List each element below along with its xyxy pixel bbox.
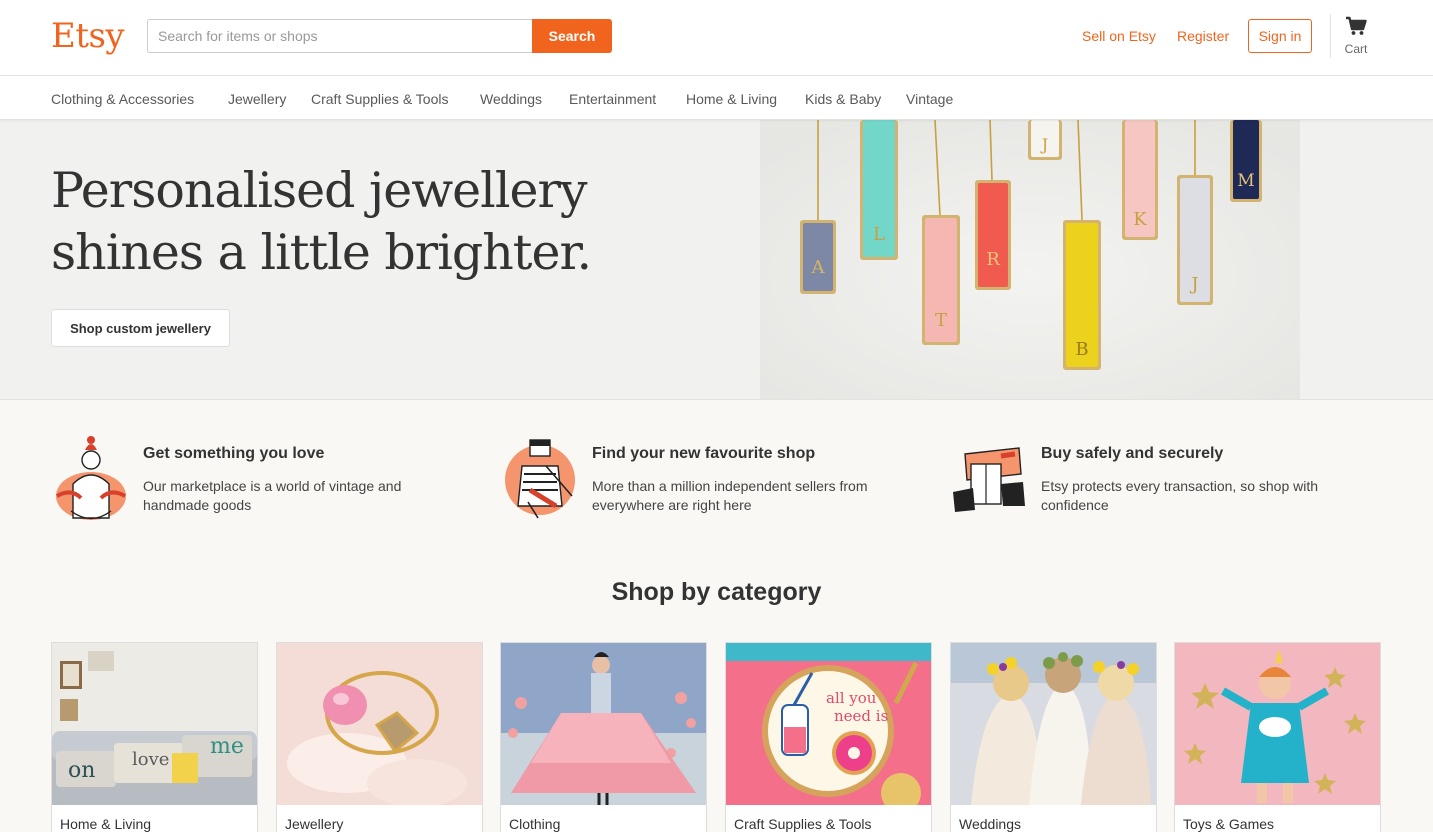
category-label: Weddings	[959, 816, 1022, 832]
shop-by-category-heading: Shop by category	[611, 578, 822, 606]
category-label: Home & Living	[60, 816, 152, 832]
category-card-home-living[interactable]: on love me Home & Living	[51, 642, 258, 832]
cart-icon	[1346, 16, 1367, 35]
pendant-necklaces-photo: A L T R J B K J M	[760, 120, 1300, 399]
value-prop-love: Get something you love Our marketplace i…	[51, 436, 471, 526]
cart-label: Cart	[1344, 42, 1368, 56]
nav-item-home-living[interactable]: Home & Living	[686, 90, 777, 108]
category-image-home-living: on love me	[52, 643, 257, 805]
sell-on-etsy-link[interactable]: Sell on Etsy	[1082, 27, 1156, 45]
sign-in-button[interactable]: Sign in	[1248, 19, 1312, 53]
value-prop-description: Etsy protects every transaction, so shop…	[1041, 478, 1319, 513]
pendant-j1: J	[1028, 120, 1062, 160]
category-label: Toys & Games	[1183, 816, 1275, 832]
category-nav: Clothing & Accessories Jewellery Craft S…	[0, 77, 1433, 120]
shop-custom-jewellery-button[interactable]: Shop custom jewellery	[51, 309, 230, 347]
svg-text:all you: all you	[826, 689, 877, 707]
nav-item-entertainment[interactable]: Entertainment	[569, 90, 656, 108]
svg-text:T: T	[935, 310, 947, 331]
category-image-jewellery	[277, 643, 482, 805]
svg-text:A: A	[811, 257, 826, 278]
category-label: Jewellery	[285, 816, 344, 832]
nav-item-vintage[interactable]: Vintage	[906, 90, 953, 108]
pendant-a: A	[800, 220, 836, 294]
category-card-weddings[interactable]: Weddings	[950, 642, 1157, 832]
category-label: Craft Supplies & Tools	[734, 816, 872, 832]
svg-text:J: J	[1189, 274, 1198, 295]
site-header: Etsy Search Sell on Etsy Register Sign i…	[0, 0, 1433, 76]
cart-divider	[1330, 14, 1331, 58]
svg-text:on: on	[68, 758, 95, 783]
pendant-k: K	[1122, 120, 1158, 240]
category-image-weddings	[951, 643, 1156, 805]
category-image-clothing	[501, 643, 706, 805]
svg-text:M: M	[1237, 171, 1254, 191]
pendant-r: R	[975, 180, 1011, 290]
nav-item-weddings[interactable]: Weddings	[480, 90, 542, 108]
svg-text:L: L	[873, 224, 885, 245]
value-props-section: Get something you love Our marketplace i…	[0, 400, 1433, 832]
svg-text:me: me	[210, 734, 244, 759]
svg-text:B: B	[1075, 339, 1088, 360]
category-card-jewellery[interactable]: Jewellery	[276, 642, 483, 832]
svg-text:J: J	[1040, 135, 1048, 154]
category-image-toys-games	[1175, 643, 1380, 805]
pendant-m: M	[1230, 120, 1262, 202]
hero-banner: A L T R J B K J M Personalised jewellery…	[0, 120, 1433, 400]
person-hugging-icon	[56, 436, 126, 520]
nav-item-craft-supplies[interactable]: Craft Supplies & Tools	[311, 90, 448, 108]
category-image-craft-supplies: all you need is	[726, 643, 931, 805]
pendant-b: B	[1063, 220, 1101, 370]
svg-text:love: love	[132, 749, 169, 770]
category-label: Clothing	[509, 816, 561, 832]
svg-text:K: K	[1133, 209, 1147, 230]
value-prop-description: More than a million independent sellers …	[592, 478, 868, 513]
category-card-toys-games[interactable]: Toys & Games	[1174, 642, 1381, 832]
register-link[interactable]: Register	[1177, 27, 1229, 45]
handing-package-icon	[953, 447, 1025, 512]
svg-text:need is: need is	[834, 707, 888, 725]
cart-button[interactable]: Cart	[1338, 16, 1374, 60]
value-prop-title: Find your new favourite shop	[592, 445, 816, 462]
nav-item-clothing-accessories[interactable]: Clothing & Accessories	[51, 90, 194, 108]
value-prop-secure: Buy safely and securely Etsy protects ev…	[949, 436, 1369, 526]
nav-item-jewellery[interactable]: Jewellery	[228, 90, 286, 108]
value-prop-shop: Find your new favourite shop More than a…	[500, 436, 920, 526]
svg-text:R: R	[986, 249, 1000, 270]
search-button[interactable]: Search	[532, 19, 612, 53]
value-prop-title: Get something you love	[143, 445, 325, 462]
pendant-t: T	[922, 215, 960, 345]
etsy-logo[interactable]: Etsy	[51, 14, 125, 58]
category-card-clothing[interactable]: Clothing	[500, 642, 707, 832]
value-prop-title: Buy safely and securely	[1041, 445, 1224, 462]
hero-title: Personalised jewellery shines a little b…	[51, 162, 592, 281]
seller-crafting-icon	[505, 439, 575, 519]
value-prop-description: Our marketplace is a world of vintage an…	[143, 478, 402, 513]
nav-item-kids-baby[interactable]: Kids & Baby	[805, 90, 881, 108]
category-card-craft-supplies[interactable]: all you need is Craft Supplies & Tools	[725, 642, 932, 832]
pendant-l: L	[860, 120, 898, 260]
search-input[interactable]	[147, 19, 533, 53]
pendant-j2: J	[1177, 175, 1213, 305]
